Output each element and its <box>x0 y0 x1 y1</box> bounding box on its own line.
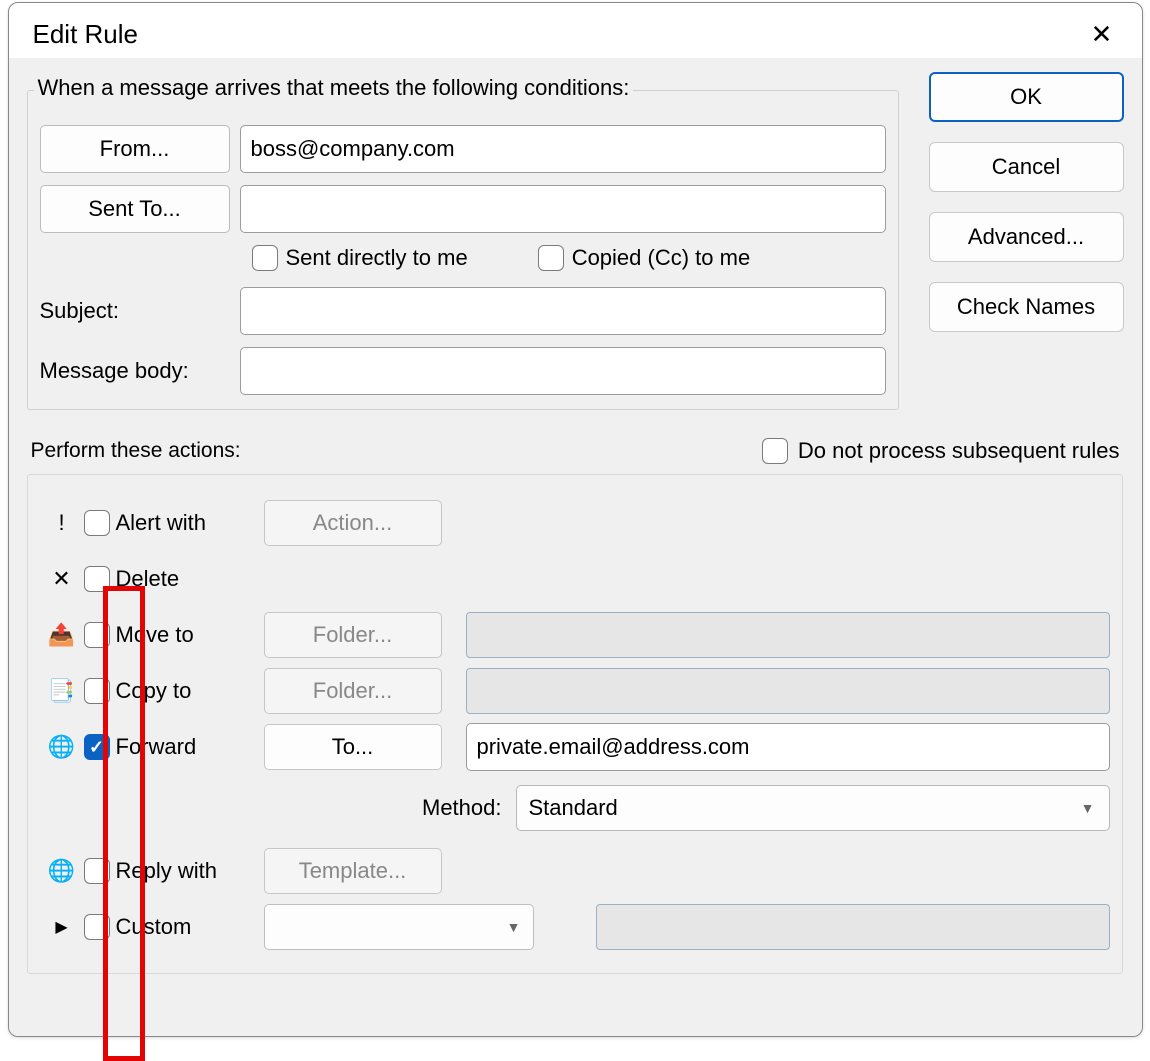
alert-action-button[interactable]: Action... <box>264 500 442 546</box>
copied-cc-label: Copied (Cc) to me <box>572 245 751 271</box>
move-checkbox[interactable] <box>84 622 110 648</box>
custom-icon: ▶ <box>46 917 78 937</box>
no-subsequent-checkbox[interactable] <box>762 438 788 464</box>
custom-value-field[interactable] <box>596 904 1110 950</box>
sent-directly-checkbox[interactable] <box>252 245 278 271</box>
copy-checkbox[interactable] <box>84 678 110 704</box>
conditions-group: When a message arrives that meets the fo… <box>27 90 899 410</box>
forward-to-input[interactable] <box>466 723 1110 771</box>
method-label: Method: <box>46 795 516 821</box>
delete-checkbox[interactable] <box>84 566 110 592</box>
titlebar: Edit Rule ✕ <box>9 3 1142 58</box>
copy-icon: 📑 <box>46 678 78 704</box>
copied-cc-checkbox[interactable] <box>538 245 564 271</box>
no-subsequent-option[interactable]: Do not process subsequent rules <box>762 438 1120 464</box>
action-copy-row: 📑 Copy to Folder... <box>46 663 1110 719</box>
alert-checkbox[interactable] <box>84 510 110 536</box>
chevron-down-icon: ▼ <box>1081 800 1095 816</box>
forward-method-row: Method: Standard ▼ <box>46 785 1110 831</box>
from-input[interactable] <box>240 125 886 173</box>
message-body-input[interactable] <box>240 347 886 395</box>
close-icon[interactable]: ✕ <box>1084 19 1120 50</box>
reply-checkbox[interactable] <box>84 858 110 884</box>
window-title: Edit Rule <box>33 19 139 50</box>
dialog-buttons: OK Cancel Advanced... Check Names <box>929 72 1124 332</box>
edit-rule-dialog: Edit Rule ✕ OK Cancel Advanced... Check … <box>8 2 1143 1037</box>
delete-icon: ✕ <box>46 566 78 592</box>
check-names-button[interactable]: Check Names <box>929 282 1124 332</box>
copy-label: Copy to <box>116 678 244 704</box>
forward-checkbox[interactable]: ✓ <box>84 734 110 760</box>
chevron-down-icon: ▼ <box>507 919 521 935</box>
advanced-button[interactable]: Advanced... <box>929 212 1124 262</box>
action-forward-row: 🌐 ✓ Forward To... <box>46 719 1110 775</box>
method-value: Standard <box>529 795 618 821</box>
reply-icon: 🌐 <box>46 858 78 884</box>
subject-label: Subject: <box>40 298 230 324</box>
actions-header-label: Perform these actions: <box>31 439 241 463</box>
action-custom-row: ▶ Custom ▼ <box>46 899 1110 955</box>
alert-label: Alert with <box>116 510 244 536</box>
sent-directly-label: Sent directly to me <box>286 245 468 271</box>
custom-label: Custom <box>116 914 244 940</box>
action-delete-row: ✕ Delete <box>46 551 1110 607</box>
alert-icon: ! <box>46 510 78 536</box>
custom-checkbox[interactable] <box>84 914 110 940</box>
action-reply-row: 🌐 Reply with Template... <box>46 843 1110 899</box>
forward-label: Forward <box>116 734 244 760</box>
action-alert-row: ! Alert with Action... <box>46 495 1110 551</box>
custom-action-select[interactable]: ▼ <box>264 904 534 950</box>
move-icon: 📤 <box>46 622 78 648</box>
sent-directly-option[interactable]: Sent directly to me <box>252 245 468 271</box>
move-folder-field[interactable] <box>466 612 1110 658</box>
conditions-legend: When a message arrives that meets the fo… <box>34 75 634 101</box>
message-body-label: Message body: <box>40 358 230 384</box>
move-folder-button[interactable]: Folder... <box>264 612 442 658</box>
move-label: Move to <box>116 622 244 648</box>
from-button[interactable]: From... <box>40 125 230 173</box>
dialog-body: OK Cancel Advanced... Check Names When a… <box>9 58 1142 1036</box>
sent-to-input[interactable] <box>240 185 886 233</box>
copy-folder-field[interactable] <box>466 668 1110 714</box>
copied-cc-option[interactable]: Copied (Cc) to me <box>538 245 751 271</box>
reply-label: Reply with <box>116 858 244 884</box>
copy-folder-button[interactable]: Folder... <box>264 668 442 714</box>
forward-to-button[interactable]: To... <box>264 724 442 770</box>
action-move-row: 📤 Move to Folder... <box>46 607 1110 663</box>
ok-button[interactable]: OK <box>929 72 1124 122</box>
actions-group: ! Alert with Action... ✕ Delete 📤 Move t… <box>27 474 1123 974</box>
cancel-button[interactable]: Cancel <box>929 142 1124 192</box>
sent-to-button[interactable]: Sent To... <box>40 185 230 233</box>
method-select[interactable]: Standard ▼ <box>516 785 1110 831</box>
subject-input[interactable] <box>240 287 886 335</box>
reply-template-button[interactable]: Template... <box>264 848 442 894</box>
forward-icon: 🌐 <box>46 734 78 760</box>
delete-label: Delete <box>116 566 244 592</box>
no-subsequent-label: Do not process subsequent rules <box>798 438 1120 464</box>
